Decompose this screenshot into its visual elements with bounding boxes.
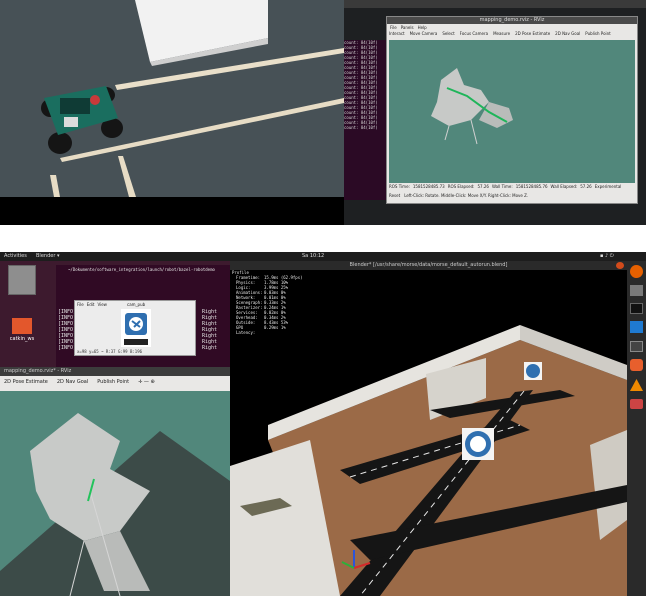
vlc-icon[interactable]	[630, 379, 643, 391]
robot-camera-photo	[0, 0, 344, 197]
background-terminal: count: 84(10f) count: 84(10f) count: 84(…	[344, 40, 386, 200]
blender-titlebar: Blender* [/usr/share/morse/data/morse_de…	[230, 261, 627, 270]
rviz-time-panel: ROS Time: 1581528485.73 ROS Elapsed: 57.26…	[389, 184, 635, 191]
terminal-icon[interactable]	[630, 303, 643, 314]
pixel-readout: x=98 y=65 ~ R:37 G:99 B:196	[77, 349, 143, 354]
blender-window: Blender* [/usr/share/morse/data/morse_de…	[230, 261, 627, 596]
ros-elapsed-label: ROS Elapsed:	[447, 184, 475, 189]
ubuntu-top-bar: Activities Blender ▾ Sa 10:12 ▪ ♪ ⏻	[0, 252, 646, 261]
profile-overlay: Profile Frametime: 15.9ms (62.9fps) Physi…	[232, 270, 304, 335]
folder-label: catkin_ws	[9, 336, 35, 342]
wall-time-label: Wall Time:	[491, 184, 513, 189]
monitor-top-bar	[344, 0, 646, 8]
tool-publish-point[interactable]: Publish Point	[585, 31, 610, 39]
drive-icon[interactable]	[630, 399, 643, 409]
tool-interact[interactable]: Interact	[389, 31, 405, 39]
terminal-line: count: 84(10f)	[344, 125, 378, 130]
profile-value: 0.29ms 1%	[264, 325, 286, 330]
wall-elapsed-value: 57.26	[580, 184, 592, 189]
marker-cube-near	[462, 428, 494, 460]
folder-icon[interactable]	[12, 318, 32, 334]
tool-select[interactable]: Select	[442, 31, 454, 39]
camera-image	[121, 309, 151, 347]
tool-2d-pose[interactable]: 2D Pose Estimate	[515, 31, 550, 39]
tool-publish-point[interactable]: Publish Point	[97, 379, 129, 385]
rviz-titlebar: mapping_demo.rviz - RViz	[387, 17, 637, 24]
system-tray[interactable]: ▪ ♪ ⏻	[600, 253, 614, 259]
move-icon[interactable]: ✛ — ⊕	[138, 379, 155, 385]
road-strip	[124, 339, 148, 345]
menu-help[interactable]: Help	[418, 25, 427, 30]
viewer-menu-file[interactable]: File	[77, 302, 84, 307]
ros-elapsed-value: 57.26	[477, 184, 489, 189]
rviz-window: mapping_demo.rviz - RViz File Panels Hel…	[386, 16, 638, 204]
mouse-hint: Left-Click: Rotate. Middle-Click: Move X…	[404, 193, 529, 198]
tool-focus-camera[interactable]: Focus Camera	[460, 31, 488, 39]
monitor-screenshot: count: 84(10f) count: 84(10f) count: 84(…	[344, 0, 646, 225]
wall-time-value: 1581528485.76	[515, 184, 548, 189]
reset-button[interactable]: Reset	[389, 193, 400, 200]
occupancy-map	[0, 413, 230, 596]
wall-elapsed-label: Wall Elapsed:	[550, 184, 578, 189]
rviz-small-3d-view[interactable]	[0, 391, 230, 596]
viewer-title: cam_pub	[127, 302, 146, 307]
map-render	[431, 68, 513, 145]
experimental-checkbox[interactable]: Experimental	[595, 184, 622, 191]
tool-2d-nav-goal[interactable]: 2D Nav Goal	[57, 379, 88, 385]
viewer-menu-edit[interactable]: Edit	[87, 302, 95, 307]
close-icon[interactable]	[616, 262, 624, 269]
clock[interactable]: Sa 10:12	[302, 253, 324, 259]
rviz-3d-view[interactable]	[389, 40, 635, 183]
app-menu[interactable]: Blender ▾	[36, 253, 59, 259]
desktop-file-icon[interactable]	[8, 265, 36, 295]
files-icon[interactable]	[630, 285, 643, 296]
rviz-small-titlebar: mapping_demo.rviz* - RViz	[0, 367, 230, 376]
ros-time-value: 1581528485.73	[412, 184, 445, 189]
menu-panels[interactable]: Panels	[401, 25, 414, 30]
ros-time-label: ROS Time:	[389, 184, 410, 189]
ubuntu-software-icon[interactable]	[630, 359, 643, 371]
image-viewer-window: File Edit View cam_pub x=98 y=65 ~ R:37 …	[74, 300, 196, 356]
rviz-toolbar: Interact Move Camera Select Focus Camera…	[389, 31, 635, 39]
tool-2d-nav[interactable]: 2D Nav Goal	[555, 31, 580, 39]
rviz-menubar: File Panels Help	[390, 25, 427, 30]
firefox-icon[interactable]	[630, 265, 643, 278]
right-line: Right	[202, 345, 218, 351]
profile-label: GPU Latency:	[236, 325, 256, 335]
rviz-status-bar: Reset Left-Click: Rotate. Middle-Click: …	[389, 193, 635, 200]
robot-photo-illustration	[0, 0, 344, 197]
rviz-small-window: mapping_demo.rviz* - RViz 2D Pose Estima…	[0, 367, 230, 596]
ubuntu-desktop-screenshot: Activities Blender ▾ Sa 10:12 ▪ ♪ ⏻ catk…	[0, 252, 646, 596]
marker-icon	[125, 313, 147, 335]
tool-move-camera[interactable]: Move Camera	[410, 31, 438, 39]
tool-2d-pose-estimate[interactable]: 2D Pose Estimate	[4, 379, 48, 385]
vscode-icon[interactable]	[630, 321, 643, 333]
activities-button[interactable]: Activities	[4, 253, 27, 259]
text-editor-icon[interactable]	[630, 341, 643, 352]
tool-measure[interactable]: Measure	[493, 31, 510, 39]
ubuntu-dock	[627, 261, 646, 596]
viewer-menu-view[interactable]: View	[97, 302, 107, 307]
rviz-small-toolbar: 2D Pose Estimate 2D Nav Goal Publish Poi…	[4, 379, 155, 385]
marker-cube-far	[524, 362, 542, 380]
menu-file[interactable]: File	[390, 25, 397, 30]
top-video-frame: count: 84(10f) count: 84(10f) count: 84(…	[0, 0, 646, 225]
terminal-path: ~/Dokumente/software_integration/launch/…	[68, 267, 215, 272]
